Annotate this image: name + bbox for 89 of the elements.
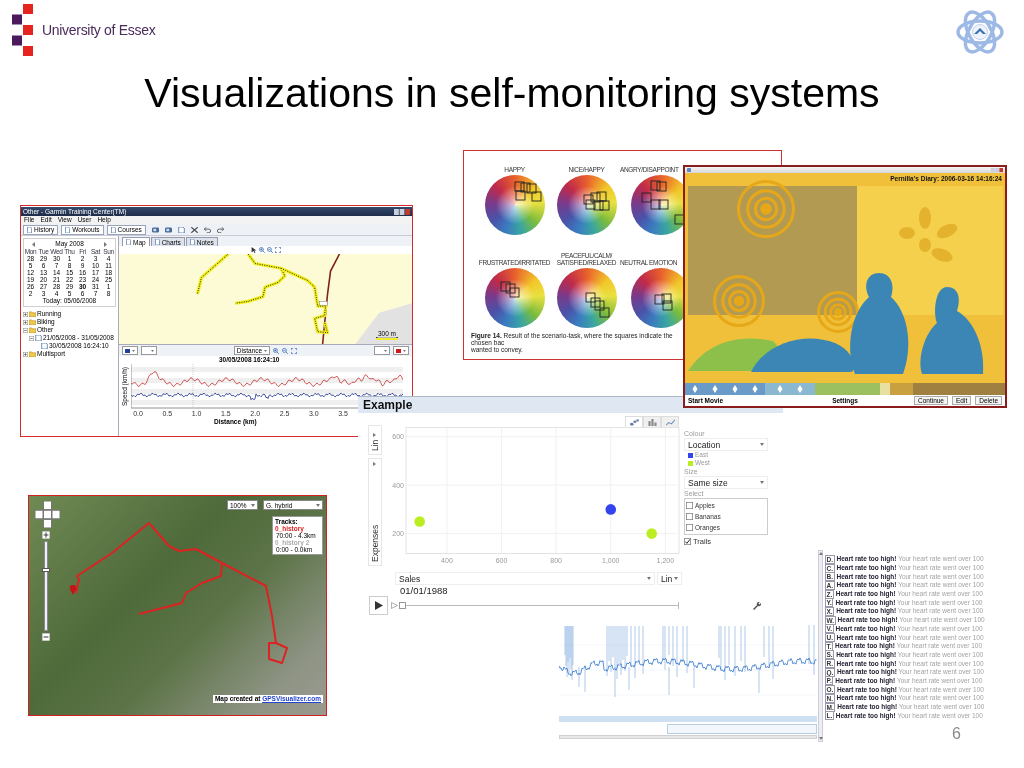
undo-icon[interactable] xyxy=(203,226,211,233)
window-controls-icon[interactable] xyxy=(991,168,1003,172)
scale-bar-icon xyxy=(376,337,398,340)
zoom-out-icon[interactable] xyxy=(42,633,50,641)
caret-icon xyxy=(760,443,764,446)
scroll-up-icon[interactable] xyxy=(818,552,823,555)
caret-icon xyxy=(384,349,387,352)
zoom-slider[interactable] xyxy=(44,541,48,631)
tree-toggle-icon[interactable] xyxy=(23,351,28,357)
page-number: 6 xyxy=(952,725,961,743)
flower-shape xyxy=(899,207,958,262)
page-icon xyxy=(27,226,32,233)
horizontal-scrollbar[interactable] xyxy=(559,735,817,739)
color-swatch-icon xyxy=(396,348,401,353)
zoom-in-icon[interactable] xyxy=(258,247,265,253)
play-outline-icon[interactable] xyxy=(391,602,398,609)
page-icon xyxy=(65,226,71,233)
device-icon[interactable] xyxy=(164,226,172,233)
scroll-down-icon[interactable] xyxy=(818,737,823,740)
page-icon xyxy=(110,226,116,233)
map-pin-icon xyxy=(69,585,77,595)
university-logo-icon xyxy=(12,4,33,56)
caret-icon xyxy=(151,349,154,352)
caret-icon xyxy=(674,577,678,580)
color-dropdown[interactable] xyxy=(122,346,138,355)
tree-toggle-icon[interactable] xyxy=(23,327,28,333)
checkbox[interactable] xyxy=(686,524,693,531)
checkbox[interactable] xyxy=(684,538,691,545)
slider-thumb[interactable] xyxy=(42,567,50,572)
view-tab[interactable] xyxy=(661,416,679,427)
page-icon xyxy=(126,239,131,245)
caret-icon xyxy=(373,462,377,466)
dropdown-select[interactable]: Same size xyxy=(684,476,768,489)
dropdown-select[interactable]: Sales xyxy=(395,572,655,585)
folder-icon xyxy=(29,351,36,357)
play-icon xyxy=(374,601,383,610)
caret-icon xyxy=(373,432,377,437)
bubble-chart-icon xyxy=(629,418,639,426)
tree-toggle-icon[interactable] xyxy=(29,335,34,341)
wrench-icon[interactable] xyxy=(753,601,761,610)
zoom-in-icon[interactable] xyxy=(273,347,280,354)
window-controls-icon[interactable] xyxy=(394,208,410,215)
slider-thumb[interactable] xyxy=(399,602,406,609)
color-dropdown[interactable] xyxy=(393,346,409,355)
concentric-rings xyxy=(817,291,859,333)
app-icon xyxy=(687,168,691,172)
redo-icon[interactable] xyxy=(216,226,224,233)
zoom-out-icon[interactable] xyxy=(266,247,273,253)
device-icon[interactable] xyxy=(151,226,159,233)
caret-right-icon[interactable] xyxy=(104,241,108,247)
scale-dropdown[interactable]: Lin xyxy=(368,425,382,455)
dropdown[interactable] xyxy=(374,346,390,355)
caret-icon xyxy=(760,481,764,484)
caret-left-icon[interactable] xyxy=(31,241,35,247)
tree-toggle-icon[interactable] xyxy=(23,311,28,317)
caret-icon xyxy=(316,503,320,507)
slide-title: Visualizations in self-monitoring systems xyxy=(143,70,881,116)
concentric-rings xyxy=(737,180,795,238)
fit-icon[interactable] xyxy=(291,347,298,354)
checkbox[interactable] xyxy=(686,513,693,520)
panel-title: Example xyxy=(363,398,413,412)
caret-icon xyxy=(132,349,135,352)
date-label: 01/01/1988 xyxy=(400,585,449,596)
axis-dropdown[interactable]: Expenses xyxy=(368,458,382,566)
caret-icon xyxy=(251,503,255,507)
page-icon xyxy=(154,239,160,245)
zoom-out-icon[interactable] xyxy=(282,347,289,354)
dropdown-select[interactable]: Location xyxy=(684,438,768,451)
scale-dropdown[interactable]: Lin xyxy=(657,572,682,585)
tree-toggle-icon[interactable] xyxy=(23,319,28,325)
color-swatch-icon xyxy=(125,348,130,353)
time-slider[interactable] xyxy=(399,602,679,609)
caret-icon xyxy=(403,349,406,352)
university-name: University of Essex xyxy=(42,22,156,38)
pointer-icon[interactable] xyxy=(250,247,257,253)
vertical-scrollbar[interactable] xyxy=(818,550,823,742)
checkbox[interactable] xyxy=(686,502,693,509)
play-button[interactable] xyxy=(369,596,388,615)
view-tab[interactable] xyxy=(625,416,643,427)
line-chart-icon xyxy=(665,418,675,426)
delete-icon[interactable] xyxy=(190,226,198,233)
data-point[interactable] xyxy=(605,504,617,515)
caret-icon xyxy=(264,349,268,352)
bar-chart-icon xyxy=(647,418,657,426)
zoom-in-icon[interactable] xyxy=(42,531,50,539)
concentric-rings xyxy=(713,275,765,327)
fit-icon[interactable] xyxy=(274,247,281,253)
caret-icon xyxy=(647,577,651,580)
pan-control-icon[interactable] xyxy=(35,501,60,528)
